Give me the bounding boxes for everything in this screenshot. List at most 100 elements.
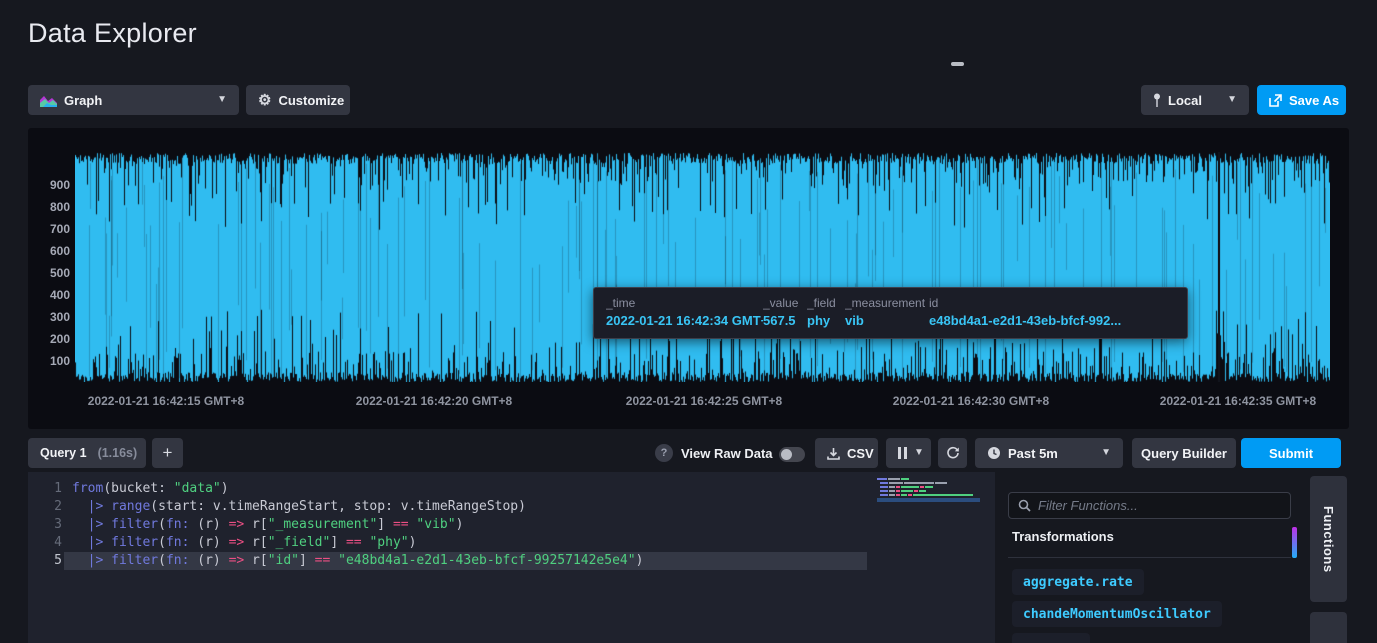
x-tick-label: 2022-01-21 16:42:25 GMT+8 (626, 394, 782, 408)
tooltip-value: e48bd4a1-e2d1-43eb-bfcf-992... (929, 313, 1175, 328)
y-tick-label: 100 (28, 354, 70, 368)
flux-script-editor[interactable]: 1from(bucket: "data")2 |> range(start: v… (28, 472, 995, 643)
x-tick-label: 2022-01-21 16:42:30 GMT+8 (893, 394, 1049, 408)
area-graph-icon (40, 94, 57, 107)
query-builder-label: Query Builder (1141, 446, 1227, 461)
chart-canvas[interactable] (75, 152, 1330, 382)
time-range-label: Past 5m (1008, 446, 1058, 461)
x-tick-label: 2022-01-21 16:42:35 GMT+8 (1160, 394, 1316, 408)
view-type-label: Graph (64, 93, 102, 108)
local-label: Local (1168, 93, 1202, 108)
plus-icon: + (163, 443, 173, 463)
tooltip-value: 567.5 (763, 313, 807, 328)
function-pill[interactable] (1012, 633, 1090, 643)
view-raw-data-toggle[interactable] (779, 447, 805, 462)
customize-button[interactable]: ⚙ Customize (246, 85, 350, 115)
code-line[interactable]: 3 |> filter(fn: (r) => r["_measurement"]… (28, 516, 995, 534)
query-tab[interactable]: Query 1 (1.16s) (28, 438, 146, 468)
chevron-down-icon: ▼ (1101, 448, 1111, 458)
y-tick-label: 300 (28, 310, 70, 324)
functions-scrollbar[interactable] (1292, 527, 1297, 558)
code-line[interactable]: 2 |> range(start: v.timeRangeStart, stop… (28, 498, 995, 516)
code-lines: 1from(bucket: "data")2 |> range(start: v… (28, 480, 995, 570)
y-tick-label: 700 (28, 222, 70, 236)
plot-area[interactable] (75, 152, 1330, 382)
functions-tab-label: Functions (1321, 506, 1336, 573)
chevron-down-icon: ▼ (1227, 95, 1237, 105)
filter-functions-searchbox[interactable] (1008, 492, 1291, 519)
tooltip-value: phy (807, 313, 845, 328)
tooltip-value: vib (845, 313, 929, 328)
line-number: 2 (28, 498, 62, 516)
line-number: 3 (28, 516, 62, 534)
save-as-label: Save As (1289, 93, 1339, 108)
data-explorer-page: Data Explorer Graph ▼ ⚙ Customize Local … (0, 0, 1377, 643)
code-line[interactable]: 4 |> filter(fn: (r) => r["_field"] == "p… (28, 534, 995, 552)
tooltip-header: _value (763, 296, 807, 310)
function-pill[interactable]: chandeMomentumOscillator (1012, 601, 1222, 627)
function-pill[interactable]: aggregate.rate (1012, 569, 1144, 595)
question-circle-icon[interactable]: ? (655, 444, 673, 462)
editor-minimap[interactable] (877, 478, 995, 548)
line-number: 4 (28, 534, 62, 552)
tooltip-header: _field (807, 296, 845, 310)
y-tick-label: 600 (28, 244, 70, 258)
pin-icon (1153, 93, 1161, 107)
functions-panel: Transformations aggregate.rate chandeMome… (1008, 472, 1302, 643)
chart-panel: 900800700600500400300200100 2022-01-21 1… (28, 128, 1349, 429)
tooltip-measurement-column: _measurement vib (845, 296, 929, 332)
filter-functions-input[interactable] (1038, 498, 1281, 513)
tooltip-value: 2022-01-21 16:42:34 GMT+8 (606, 313, 763, 328)
page-title: Data Explorer (28, 18, 197, 49)
export-icon (1269, 94, 1282, 107)
gear-icon: ⚙ (258, 93, 271, 108)
add-query-button[interactable]: + (152, 438, 183, 468)
clock-icon (987, 446, 1001, 460)
y-tick-label: 200 (28, 332, 70, 346)
tooltip-value-column: _value 567.5 (763, 296, 807, 332)
tab-next-partial[interactable] (1310, 612, 1347, 643)
csv-download-button[interactable]: CSV (815, 438, 878, 468)
view-raw-data-label: View Raw Data (681, 438, 773, 468)
hover-crosshair (1218, 152, 1220, 382)
tooltip-time-column: _time 2022-01-21 16:42:34 GMT+8 (606, 296, 763, 332)
submit-label: Submit (1269, 446, 1313, 461)
search-icon (1018, 499, 1031, 512)
time-range-dropdown[interactable]: Past 5m ▼ (975, 438, 1123, 468)
help-glyph: ? (661, 447, 668, 459)
x-tick-label: 2022-01-21 16:42:15 GMT+8 (88, 394, 244, 408)
download-icon (827, 447, 840, 460)
x-tick-label: 2022-01-21 16:42:20 GMT+8 (356, 394, 512, 408)
line-number: 5 (28, 552, 62, 570)
tooltip-id-column: id e48bd4a1-e2d1-43eb-bfcf-992... (929, 296, 1175, 332)
refresh-button[interactable] (938, 438, 967, 468)
code-line[interactable]: 1from(bucket: "data") (28, 480, 995, 498)
tooltip-header: id (929, 296, 1175, 310)
y-tick-label: 900 (28, 178, 70, 192)
query-duration: (1.16s) (98, 446, 138, 460)
save-as-button[interactable]: Save As (1257, 85, 1346, 115)
tooltip-field-column: _field phy (807, 296, 845, 332)
pause-button[interactable]: ▼ (886, 438, 931, 468)
transformations-section-title: Transformations (1012, 529, 1114, 544)
tooltip-header: _time (606, 296, 763, 310)
chevron-down-icon: ▼ (217, 95, 227, 105)
chevron-down-icon: ▼ (914, 448, 924, 458)
y-tick-label: 400 (28, 288, 70, 302)
y-tick-label: 800 (28, 200, 70, 214)
csv-label: CSV (847, 446, 874, 461)
submit-button[interactable]: Submit (1241, 438, 1341, 468)
query-builder-button[interactable]: Query Builder (1132, 438, 1236, 468)
panel-resize-handle[interactable] (951, 62, 964, 66)
line-number: 1 (28, 480, 62, 498)
toggle-knob (781, 449, 792, 460)
customize-label: Customize (278, 93, 344, 108)
pause-icon (898, 447, 907, 459)
tab-functions[interactable]: Functions (1310, 476, 1347, 602)
write-destination-dropdown[interactable]: Local ▼ (1141, 85, 1249, 115)
view-type-dropdown[interactable]: Graph ▼ (28, 85, 239, 115)
tooltip-header: _measurement (845, 296, 929, 310)
query-tab-name: Query 1 (40, 446, 87, 460)
code-line[interactable]: 5 |> filter(fn: (r) => r["id"] == "e48bd… (28, 552, 995, 570)
hover-tooltip: _time 2022-01-21 16:42:34 GMT+8 _value 5… (593, 287, 1188, 339)
